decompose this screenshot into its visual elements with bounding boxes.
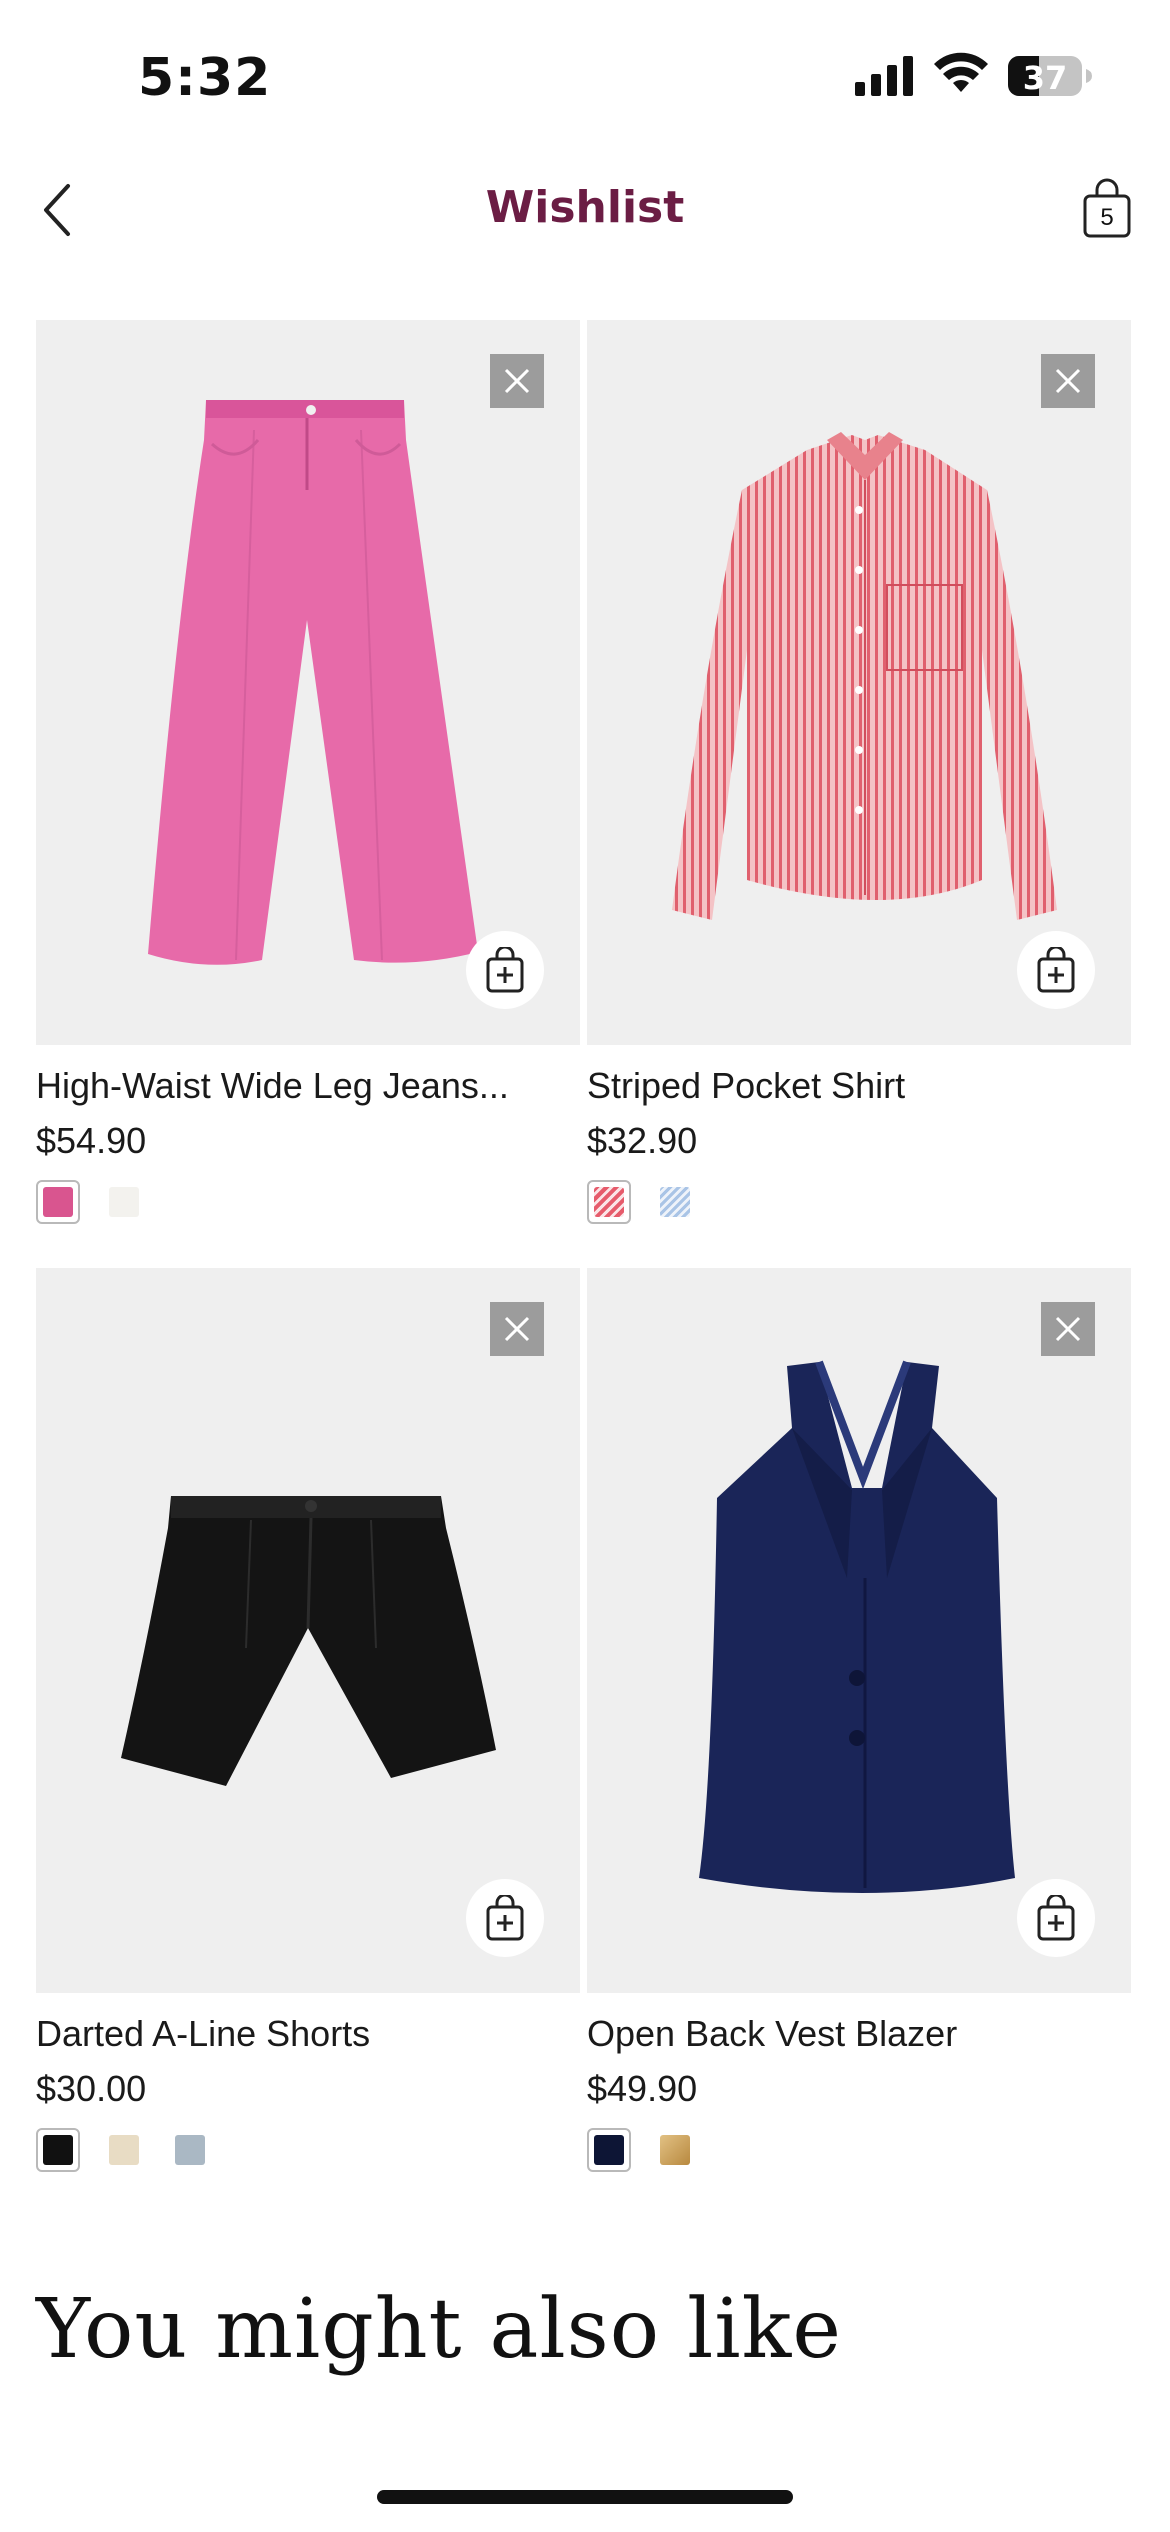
close-icon (1055, 1316, 1081, 1342)
color-swatch[interactable] (36, 1180, 80, 1224)
color-swatch[interactable] (653, 2128, 697, 2172)
product-price: $32.90 (587, 1120, 698, 1161)
remove-from-wishlist-button[interactable] (1041, 1302, 1095, 1356)
bag-plus-icon (486, 947, 524, 993)
add-to-bag-button[interactable] (466, 931, 544, 1009)
color-swatches (587, 2128, 697, 2172)
product-image[interactable] (36, 320, 580, 1045)
nav-bar: Wishlist 5 (0, 160, 1170, 260)
color-swatch[interactable] (168, 2128, 212, 2172)
color-swatches (36, 1180, 146, 1224)
cellular-signal-icon (855, 56, 913, 96)
color-swatches (587, 1180, 697, 1224)
add-to-bag-button[interactable] (1017, 1879, 1095, 1957)
bag-plus-icon (1037, 947, 1075, 993)
bag-plus-icon (1037, 1895, 1075, 1941)
product-price: $54.90 (36, 1120, 147, 1161)
recommendations-heading: You might also like (36, 2282, 842, 2377)
product-image[interactable] (587, 320, 1131, 1045)
bag-count-badge: 5 (1100, 204, 1114, 231)
color-swatches (36, 2128, 212, 2172)
status-bar: 5:32 37 (0, 0, 1170, 150)
color-swatch[interactable] (587, 2128, 631, 2172)
product-name[interactable]: Striped Pocket Shirt (587, 1065, 905, 1107)
shopping-bag-button[interactable]: 5 (1080, 178, 1134, 242)
close-icon (504, 1316, 530, 1342)
battery-icon: 37 (1007, 55, 1093, 97)
color-swatch[interactable] (587, 1180, 631, 1224)
add-to-bag-button[interactable] (1017, 931, 1095, 1009)
product-image[interactable] (587, 1268, 1131, 1993)
wifi-icon (934, 52, 988, 92)
color-swatch[interactable] (36, 2128, 80, 2172)
product-price: $49.90 (587, 2068, 698, 2109)
battery-level: 37 (1022, 59, 1068, 97)
status-time: 5:32 (138, 48, 272, 108)
remove-from-wishlist-button[interactable] (1041, 354, 1095, 408)
product-name[interactable]: High-Waist Wide Leg Jeans... (36, 1065, 509, 1107)
close-icon (1055, 368, 1081, 394)
product-image[interactable] (36, 1268, 580, 1993)
add-to-bag-button[interactable] (466, 1879, 544, 1957)
home-indicator[interactable] (377, 2490, 793, 2504)
product-price: $30.00 (36, 2068, 147, 2109)
remove-from-wishlist-button[interactable] (490, 1302, 544, 1356)
remove-from-wishlist-button[interactable] (490, 354, 544, 408)
bag-plus-icon (486, 1895, 524, 1941)
color-swatch[interactable] (653, 1180, 697, 1224)
page-title: Wishlist (485, 182, 685, 233)
product-name[interactable]: Darted A-Line Shorts (36, 2013, 370, 2055)
product-name[interactable]: Open Back Vest Blazer (587, 2013, 957, 2055)
color-swatch[interactable] (102, 1180, 146, 1224)
close-icon (504, 368, 530, 394)
color-swatch[interactable] (102, 2128, 146, 2172)
